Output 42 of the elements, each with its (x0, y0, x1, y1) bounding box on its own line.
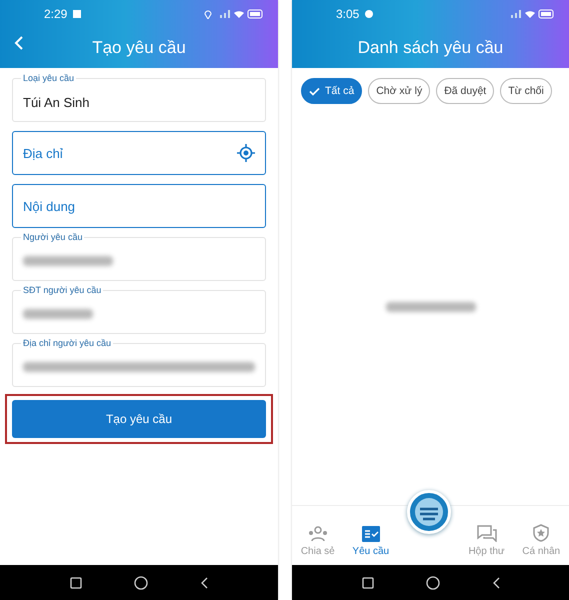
status-time: 2:29 (44, 7, 68, 21)
checklist-icon (362, 526, 380, 542)
back-icon[interactable] (492, 576, 500, 588)
status-time: 3:05 (336, 7, 360, 21)
message-icon (365, 10, 374, 18)
blurred-value (23, 309, 93, 319)
logo-icon (414, 497, 444, 527)
input-field[interactable]: Nội dung (12, 184, 266, 228)
field-value: Túi An Sinh (23, 94, 90, 110)
shield-star-icon (533, 524, 550, 542)
nav-tab[interactable]: Cá nhân (522, 524, 560, 557)
input-field[interactable]: Địa chỉ (12, 131, 266, 175)
status-icons (509, 9, 555, 19)
filter-chip[interactable]: Chờ xử lý (368, 78, 430, 104)
nav-tab[interactable]: Chia sẻ (300, 526, 335, 557)
field-label: SĐT người yêu cầu (21, 285, 104, 295)
field-placeholder: Nội dung (23, 198, 76, 214)
people-icon (306, 526, 329, 542)
home-icon[interactable] (426, 576, 440, 590)
status-icons (218, 9, 264, 19)
field-placeholder: Địa chỉ (23, 146, 64, 160)
screen-title: Tạo yêu cầu (92, 38, 186, 58)
location-icon (204, 9, 212, 19)
field-label: Người yêu cầu (21, 232, 84, 242)
field-label: Địa chỉ người yêu cầu (21, 338, 113, 348)
home-icon[interactable] (134, 576, 148, 590)
back-icon[interactable] (200, 576, 208, 588)
recent-apps-icon[interactable] (362, 576, 374, 588)
submit-button[interactable]: Tạo yêu cầu (12, 400, 266, 438)
nav-tab[interactable]: Hộp thư (468, 525, 505, 557)
image-icon (73, 10, 82, 18)
chat-icon (476, 525, 497, 542)
screen-title: Danh sách yêu cầu (358, 38, 504, 58)
locate-icon[interactable] (237, 144, 255, 162)
field-label: Loại yêu cầu (21, 73, 76, 83)
filter-chip[interactable]: Đã duyệt (436, 78, 494, 104)
filter-chip[interactable]: Tất cả (301, 78, 362, 104)
logo-button[interactable] (406, 490, 451, 534)
filter-chip[interactable]: Từ chối (500, 78, 552, 104)
nav-tab[interactable]: Yêu cầu (352, 526, 390, 557)
check-icon (309, 86, 320, 96)
recent-apps-icon[interactable] (70, 576, 82, 588)
